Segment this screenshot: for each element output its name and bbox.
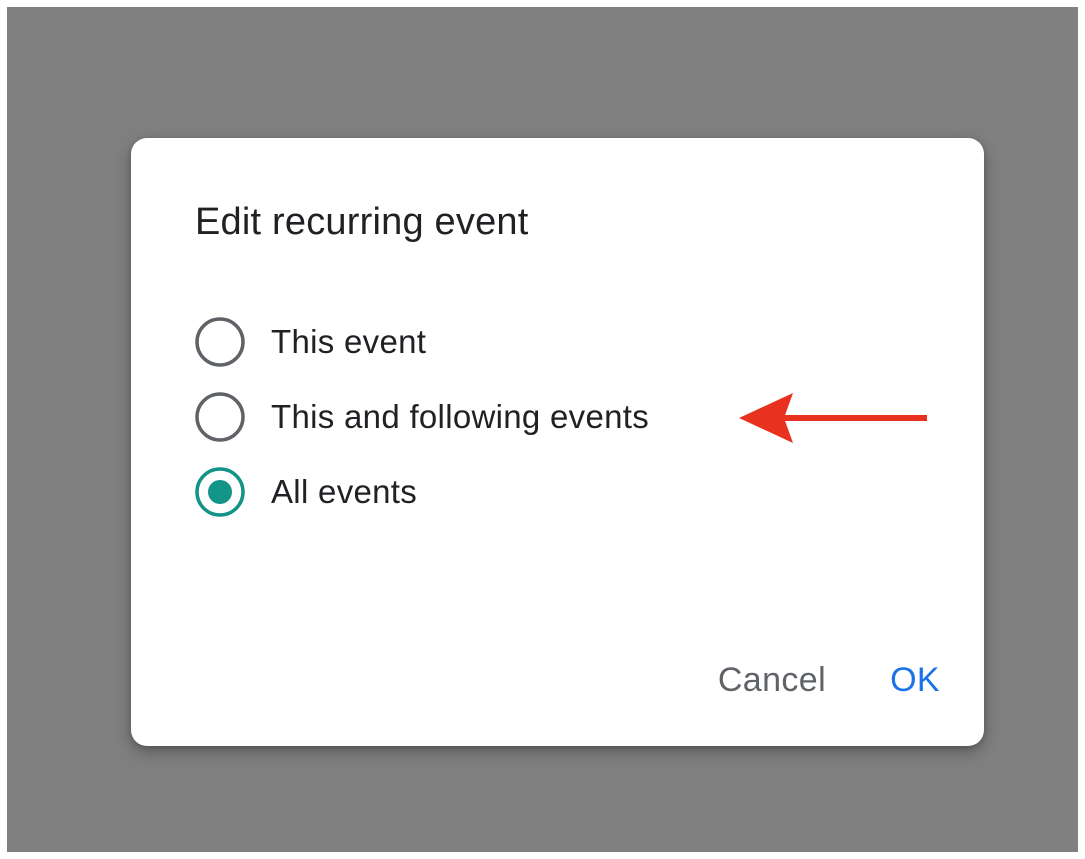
cancel-button[interactable]: Cancel — [718, 660, 826, 700]
ok-button[interactable]: OK — [890, 660, 940, 700]
option-label: This event — [271, 323, 427, 360]
option-all-events[interactable]: All events — [193, 465, 417, 519]
option-label: All events — [271, 473, 418, 510]
radio-unchecked-icon[interactable] — [193, 315, 247, 369]
screenshot-frame: Edit recurring event This event This and… — [0, 0, 1085, 859]
arrow-left-icon — [739, 393, 927, 443]
radio-checked-icon[interactable] — [193, 465, 247, 519]
option-label: This and following events — [271, 398, 650, 435]
edit-recurring-event-dialog: Edit recurring event This event This and… — [131, 138, 984, 746]
dialog-title: Edit recurring event — [195, 201, 529, 243]
option-this-event[interactable]: This event — [193, 315, 426, 369]
radio-unchecked-icon[interactable] — [193, 390, 247, 444]
dialog-actions: Cancel OK — [718, 660, 940, 700]
option-this-and-following-events[interactable]: This and following events — [193, 390, 649, 444]
